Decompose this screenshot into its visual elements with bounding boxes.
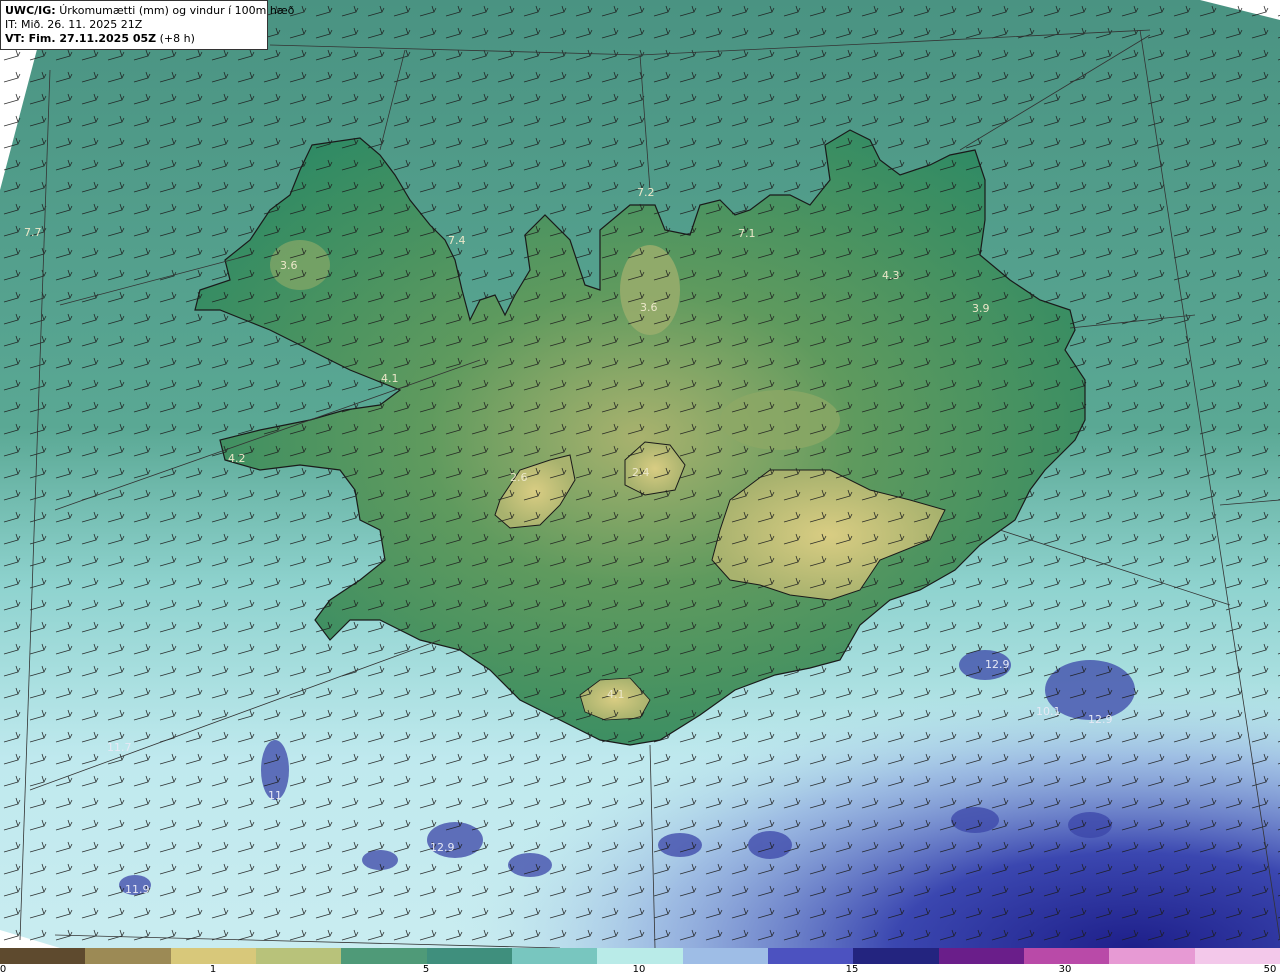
label-east: 3.9 xyxy=(972,302,990,315)
colorbar-segment xyxy=(853,948,939,964)
colorbar-segment xyxy=(511,948,598,964)
colorbar xyxy=(0,948,1280,964)
colorbar-segment xyxy=(341,948,427,964)
issue-time: IT: Mið. 26. 11. 2025 21Z xyxy=(5,18,143,31)
label-south-sea-2: 12.9 xyxy=(985,658,1010,671)
colorbar-segment xyxy=(682,948,768,964)
label-south-sea-1: 12.9 xyxy=(430,841,455,854)
label-sw-sea-2: 11.7 xyxy=(107,741,132,754)
label-hunafloi: 7.4 xyxy=(448,234,466,247)
colorbar-tick: 15 xyxy=(845,964,859,975)
colorbar-segment xyxy=(1109,948,1195,964)
colorbar-segment xyxy=(85,948,171,964)
label-sw-sea-3: 11.9 xyxy=(125,883,150,896)
map-title: Úrkomumætti (mm) og vindur í 100m hæð xyxy=(59,4,295,17)
colorbar-tick: 0 xyxy=(0,964,7,975)
label-se-sea: 12.9 xyxy=(1088,713,1113,726)
label-sw-sea-1: 11 xyxy=(268,789,282,802)
colorbar-segment xyxy=(170,948,256,964)
colorbar-tick: 50 xyxy=(1263,964,1277,975)
label-northeast: 4.3 xyxy=(882,269,900,282)
product-code: UWC/IG: xyxy=(5,4,56,17)
label-hofsjokull: 2.4 xyxy=(632,466,650,479)
colorbar-segment xyxy=(938,948,1024,964)
label-langjokull: 2.6 xyxy=(510,471,528,484)
label-snaefellsnes: 4.2 xyxy=(228,452,246,465)
colorbar-tick: 1 xyxy=(209,964,217,975)
colorbar-segment xyxy=(767,948,854,964)
label-nw-sea: 7.7 xyxy=(24,226,42,239)
label-south-sea-3: 10.1 xyxy=(1036,705,1061,718)
colorbar-tick: 10 xyxy=(632,964,646,975)
colorbar-segment xyxy=(426,948,512,964)
colorbar-tick: 30 xyxy=(1058,964,1072,975)
precipitation-wind-map: 7.7 3.6 7.4 7.2 7.1 4.3 3.6 3.9 4.1 4.2 … xyxy=(0,0,1280,948)
label-north-coast: 7.2 xyxy=(637,186,655,199)
colorbar-segment xyxy=(1194,948,1280,964)
label-westfjords: 3.6 xyxy=(280,259,298,272)
valid-offset: (+8 h) xyxy=(159,32,195,45)
title-row: UWC/IG: Úrkomumætti (mm) og vindur í 100… xyxy=(5,4,294,18)
label-skjalfandi: 7.1 xyxy=(738,227,756,240)
colorbar-segment xyxy=(1023,948,1110,964)
colorbar-ticks: 0 1 5 10 15 30 50 xyxy=(0,964,1280,978)
colorbar-segment xyxy=(255,948,342,964)
valid-time: VT: Fim. 27.11.2025 05Z xyxy=(5,32,157,45)
label-trollaskagi: 3.6 xyxy=(640,301,658,314)
label-myrdalsjokull: 4.1 xyxy=(607,688,625,701)
colorbar-tick: 5 xyxy=(422,964,430,975)
label-breidafjordur: 4.1 xyxy=(381,372,399,385)
valid-time-row: VT: Fim. 27.11.2025 05Z (+8 h) xyxy=(5,32,263,46)
colorbar-segment xyxy=(597,948,683,964)
map-info-box: UWC/IG: Úrkomumætti (mm) og vindur í 100… xyxy=(0,0,294,50)
colorbar-segment xyxy=(0,948,86,964)
